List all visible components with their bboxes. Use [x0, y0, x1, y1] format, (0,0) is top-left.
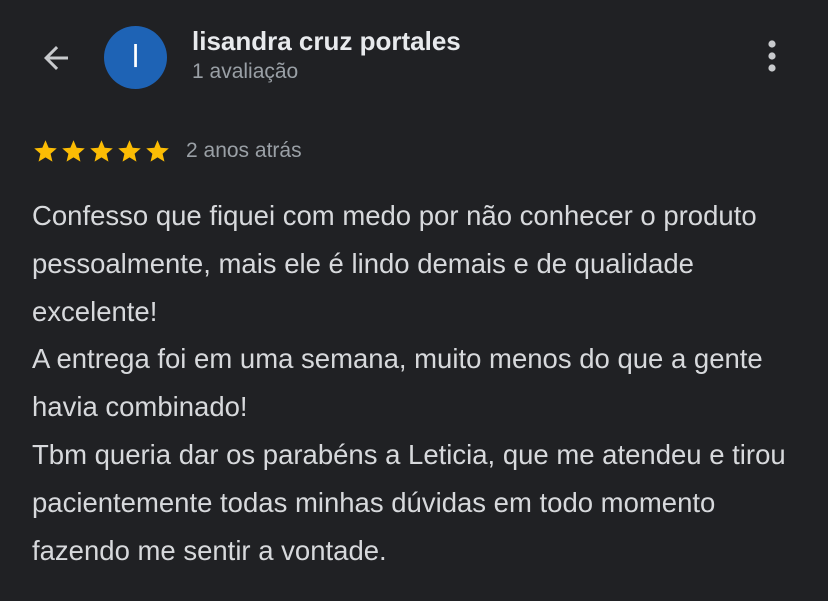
star-icon — [62, 139, 85, 162]
more-vert-icon — [768, 40, 776, 72]
review-text: Confesso que fiquei com medo por não con… — [32, 200, 786, 566]
review-header: l lisandra cruz portales 1 avaliação — [0, 0, 828, 110]
star-icon — [146, 139, 169, 162]
star-icon — [90, 139, 113, 162]
star-rating — [32, 138, 171, 165]
avatar[interactable]: l — [104, 26, 167, 89]
arrow-back-icon — [44, 46, 68, 70]
avatar-initial: l — [131, 40, 140, 75]
star-icon — [34, 139, 57, 162]
star-icon — [118, 139, 141, 162]
rating-row: 2 anos atrás — [32, 136, 302, 166]
reviewer-name[interactable]: lisandra cruz portales — [192, 26, 461, 57]
back-button[interactable] — [30, 32, 82, 84]
reviewer-review-count: 1 avaliação — [192, 60, 299, 83]
review-time: 2 anos atrás — [186, 139, 302, 162]
more-options-button[interactable] — [748, 32, 796, 80]
